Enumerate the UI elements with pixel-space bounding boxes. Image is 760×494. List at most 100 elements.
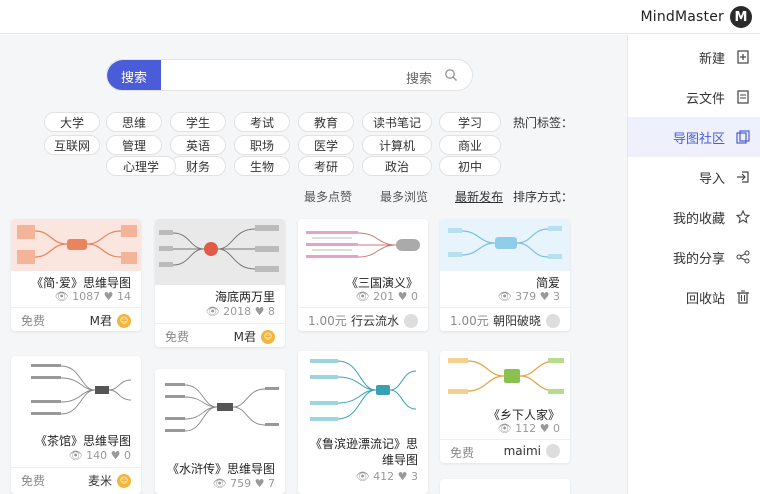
mindmap-card[interactable]: [440, 479, 570, 494]
brand-logo-icon: M: [730, 6, 752, 28]
card-author: 朝阳破晓: [493, 312, 560, 329]
card-price: 免费: [450, 446, 475, 460]
tags-label: 热门标签：: [513, 116, 574, 130]
mindmap-thumbnail: [11, 356, 141, 426]
community-main: 搜索 搜索 热门标签： 学习 读书笔记 教育 考试 学生 思维 大学 商业 计算…: [0, 35, 627, 494]
card-views: 379: [515, 290, 537, 303]
tag[interactable]: 心理学: [106, 156, 176, 176]
card-author-name: 行云流水: [350, 314, 399, 328]
tag[interactable]: 职场: [234, 135, 290, 155]
mindmap-card[interactable]: 《水浒传》思维导图 👁 759 ♥ 7: [155, 369, 285, 494]
mindmap-card[interactable]: 《鲁滨逊漂流记》思维导图 👁 412 ♥ 3: [298, 351, 428, 494]
tag[interactable]: 财务: [170, 156, 226, 176]
card-author: M君 ☺: [90, 312, 131, 329]
mindmap-card[interactable]: 海底两万里 👁 2018 ♥ 8 M君 ☺ 免费: [155, 219, 285, 347]
card-title: 《乡下人家》: [487, 408, 560, 422]
sidebar-item-shares[interactable]: 我的分享: [628, 237, 760, 277]
card-divider: [11, 467, 141, 468]
tag[interactable]: 计算机: [362, 135, 432, 155]
card-divider: [298, 307, 428, 308]
card-stats: 👁 201 ♥ 0: [355, 290, 418, 303]
tag[interactable]: 考研: [298, 156, 354, 176]
sidebar-item-cloud-files[interactable]: 云文件: [628, 77, 760, 117]
mindmap-thumbnail: [298, 351, 428, 431]
card-price: 1.00元: [450, 314, 489, 328]
sort-option-most-liked[interactable]: 最多点赞: [304, 188, 352, 205]
sidebar: 新建 云文件 导图社区 导入 我的收藏 我的分享 回收站: [627, 35, 760, 494]
tag[interactable]: 学习: [439, 112, 501, 132]
tag[interactable]: 英语: [170, 135, 226, 155]
card-views: 1087: [72, 290, 101, 303]
mindmap-thumbnail: [155, 219, 285, 285]
brand: MindMaster M: [640, 6, 752, 28]
card-title: 《鲁滨逊漂流记》思维导图: [309, 437, 418, 467]
mindmap-card[interactable]: 《三国演义》 👁 201 ♥ 0 行云流水 1.00元: [298, 219, 428, 331]
sidebar-item-favorites[interactable]: 我的收藏: [628, 197, 760, 237]
mindmap-card[interactable]: 《简·爱》思维导图 👁 1087 ♥ 14 M君 ☺ 免费: [11, 219, 141, 331]
search-icon: [445, 69, 457, 81]
avatar: ☺: [117, 313, 131, 328]
mindmap-thumbnail: [11, 219, 141, 271]
card-price: 免费: [21, 474, 46, 488]
card-stats: 👁 412 ♥ 3: [355, 470, 418, 483]
sort-label: 排序方式：: [513, 190, 574, 204]
tag[interactable]: 政治: [362, 156, 432, 176]
tag[interactable]: 互联网: [44, 135, 100, 155]
card-author: maimi: [504, 444, 560, 458]
card-views: 140: [86, 449, 108, 462]
sidebar-item-label: 回收站: [685, 291, 725, 307]
sidebar-item-trash[interactable]: 回收站: [628, 277, 760, 317]
tag[interactable]: 初中: [439, 156, 501, 176]
card-title: 《简·爱》思维导图: [31, 276, 131, 290]
card-stats: 👁 140 ♥ 0: [68, 449, 131, 462]
sidebar-item-community[interactable]: 导图社区: [628, 117, 760, 157]
search-input[interactable]: 搜索: [406, 68, 432, 87]
card-author-name: M君: [233, 330, 256, 344]
tag[interactable]: 学生: [170, 112, 226, 132]
sort-option-newest[interactable]: 最新发布: [455, 188, 503, 205]
card-likes: 3: [411, 470, 418, 483]
mindmap-card[interactable]: 《乡下人家》 👁 112 ♥ 0 maimi 免费: [440, 351, 570, 463]
tag[interactable]: 商业: [439, 135, 501, 155]
card-stats: 👁 379 ♥ 3: [497, 290, 560, 303]
tag[interactable]: 教育: [298, 112, 354, 132]
card-stats: 👁 112 ♥ 0: [497, 422, 560, 435]
card-title: 《水浒传》思维导图: [166, 462, 275, 476]
card-likes: 7: [268, 477, 275, 490]
tag[interactable]: 生物: [234, 156, 290, 176]
tag[interactable]: 大学: [44, 112, 100, 132]
card-stats: 👁 2018 ♥ 8: [205, 305, 275, 318]
card-views: 2018: [223, 305, 252, 318]
search-bar[interactable]: 搜索 搜索: [106, 59, 473, 91]
card-author-name: 麦米: [87, 474, 112, 488]
card-author-name: M君: [89, 314, 112, 328]
mindmap-card[interactable]: 简爱 👁 379 ♥ 3 朝阳破晓 1.00元: [440, 219, 570, 331]
tag[interactable]: 思维: [106, 112, 162, 132]
tag[interactable]: 医学: [298, 135, 354, 155]
sidebar-item-import[interactable]: 导入: [628, 157, 760, 197]
card-author: M君 ☺: [234, 328, 275, 345]
brand-name: MindMaster: [640, 9, 724, 25]
card-views: 412: [373, 470, 395, 483]
card-views: 112: [515, 422, 537, 435]
card-likes: 14: [117, 290, 131, 303]
mindmap-card[interactable]: 《茶馆》思维导图 👁 140 ♥ 0 麦米 ☺ 免费: [11, 356, 141, 494]
search-button[interactable]: 搜索: [107, 60, 161, 90]
tag[interactable]: 管理: [106, 135, 162, 155]
avatar: [546, 444, 560, 458]
card-views: 759: [230, 477, 252, 490]
card-author: 行云流水: [351, 312, 418, 329]
star-icon: [735, 209, 751, 225]
sidebar-item-new[interactable]: 新建: [628, 37, 760, 77]
mindmap-thumbnail: [440, 219, 570, 271]
tag[interactable]: 考试: [234, 112, 290, 132]
community-icon: [735, 129, 751, 145]
share-icon: [735, 249, 751, 265]
tag[interactable]: 读书笔记: [362, 112, 432, 132]
card-likes: 3: [553, 290, 560, 303]
card-price: 免费: [21, 314, 46, 328]
card-author-name: 朝阳破晓: [492, 314, 541, 328]
sort-option-most-viewed[interactable]: 最多浏览: [380, 188, 428, 205]
card-price: 免费: [165, 330, 190, 344]
card-divider: [155, 323, 285, 324]
